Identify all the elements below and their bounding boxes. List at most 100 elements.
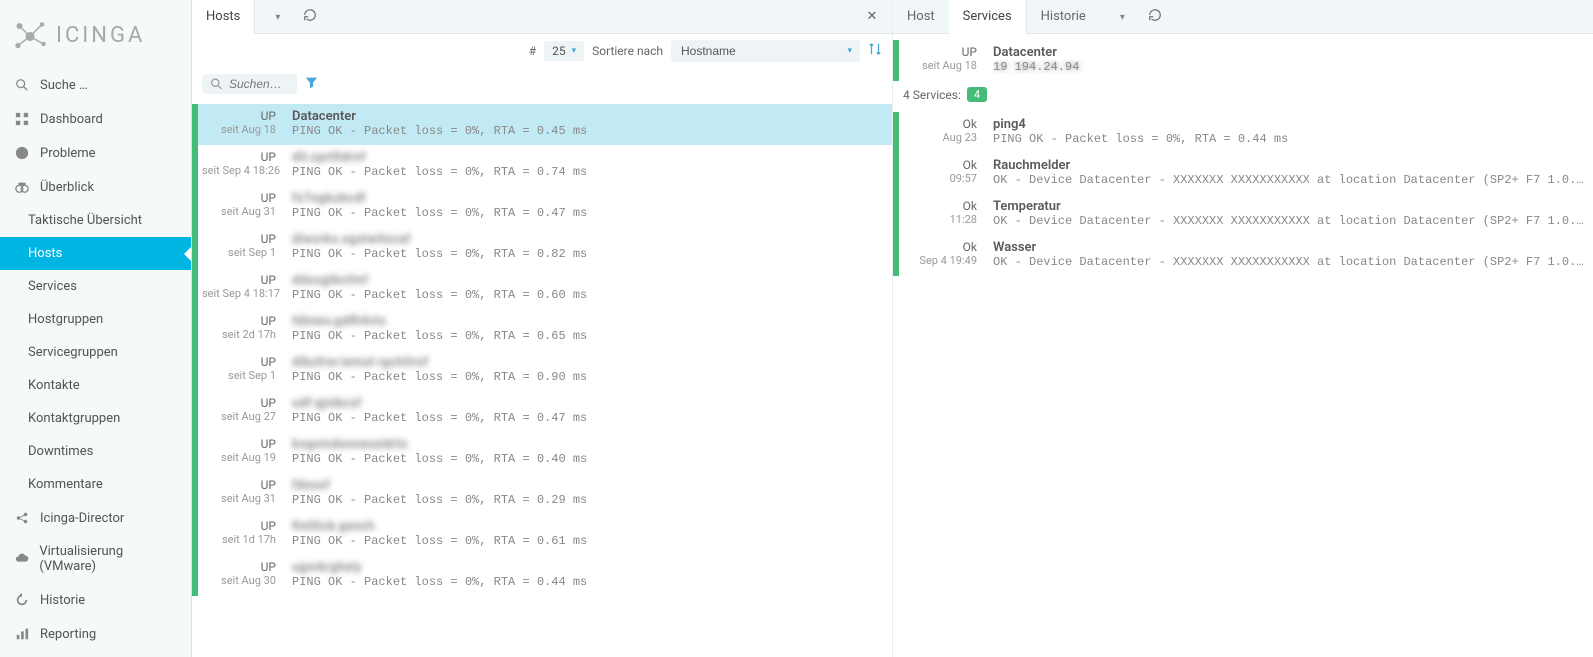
host-row[interactable]: UPseit Aug 18DatacenterPING OK - Packet … (192, 104, 892, 145)
column-hosts: Hosts ▾ ✕ # 25 ▾ Sortiere nach (192, 0, 893, 657)
logo-icon (12, 20, 48, 50)
sidebar-item-servicegruppen[interactable]: Servicegruppen (0, 336, 191, 369)
close-column-button[interactable]: ✕ (858, 9, 886, 24)
state-text: Ok (903, 117, 977, 131)
nav-label: Überblick (40, 180, 94, 195)
nav-historie[interactable]: Historie (0, 583, 191, 617)
host-row[interactable]: UPseit Aug 31fdousfPING OK - Packet loss… (192, 473, 892, 514)
host-row[interactable]: UPseit Aug 27udf qjnibcsfPING OK - Packe… (192, 391, 892, 432)
plugin-output: PING OK - Packet loss = 0%, RTA = 0.74 m… (292, 165, 884, 179)
tabs-col2: Host Services Historie ▾ (893, 0, 1593, 34)
host-main: fdiniev.gdflt4vtsPING OK - Packet loss =… (284, 309, 892, 350)
host-main: DatacenterPING OK - Packet loss = 0%, RT… (284, 104, 892, 145)
host-row[interactable]: UPseit Aug 31fx7ogkubcdfPING OK - Packet… (192, 186, 892, 227)
host-name: udf qjnibcsf (292, 396, 884, 411)
state-col: OkSep 4 19:49 (899, 235, 985, 276)
plugin-output: OK - Device Datacenter - XXXXXXX XXXXXXX… (993, 173, 1585, 187)
sidebar-item-kontakte[interactable]: Kontakte (0, 369, 191, 402)
refresh-button[interactable] (294, 8, 326, 26)
host-row[interactable]: UPseit Sep 1dibufrer.iemut rgchilvsfPING… (192, 350, 892, 391)
host-main: fx7ogkubcdfPING OK - Packet loss = 0%, R… (284, 186, 892, 227)
nav-label: Probleme (40, 146, 96, 161)
state-text: UP (202, 519, 276, 533)
sidebar-item-kontaktgruppen[interactable]: Kontaktgruppen (0, 402, 191, 435)
sidebar-item-kommentare[interactable]: Kommentare (0, 468, 191, 501)
plugin-output: PING OK - Packet loss = 0%, RTA = 0.60 m… (292, 288, 884, 302)
nav-uberblick[interactable]: Überblick (0, 170, 191, 204)
state-text: Ok (903, 240, 977, 254)
host-name: fdousf (292, 478, 884, 493)
host-name: bogvindonnesxidrts (292, 437, 884, 452)
detail-main: Datacenter 19 194.24.94 (985, 40, 1593, 81)
tab-hosts[interactable]: Hosts (192, 0, 255, 34)
search-input-wrap[interactable] (202, 74, 297, 94)
ok-count-badge[interactable]: 4 (967, 87, 987, 102)
nav-label: Icinga-Director (40, 511, 124, 526)
host-row[interactable]: UPseit Sep 4 18:26dit.sprittdrofPING OK … (192, 145, 892, 186)
host-name: ugorkrghely (292, 560, 884, 575)
nav-label: Virtualisierung (VMware) (39, 544, 177, 574)
service-row[interactable]: OkAug 23 ping4PING OK - Packet loss = 0%,… (893, 112, 1593, 153)
state-col: UPseit Aug 19 (198, 432, 284, 473)
sidebar-item-services[interactable]: Services (0, 270, 191, 303)
host-name: dibufrer.iemut rgchilvsf (292, 355, 884, 370)
state-since: seit Aug 31 (202, 492, 276, 505)
state-col: UPseit 1d 17h (198, 514, 284, 555)
tab-dropdown[interactable]: ▾ (255, 0, 294, 34)
state-text: UP (202, 560, 276, 574)
state-col: UPseit Aug 31 (198, 186, 284, 227)
tab-dropdown[interactable]: ▾ (1100, 0, 1139, 34)
host-row[interactable]: UPseit 1d 17hfiniitick.genchPING OK - Pa… (192, 514, 892, 555)
state-since: seit 1d 17h (202, 533, 276, 546)
host-row[interactable]: UPseit Aug 19bogvindonnesxidrtsPING OK -… (192, 432, 892, 473)
service-row[interactable]: Ok11:28TemperaturOK - Device Datacenter … (893, 194, 1593, 235)
host-row[interactable]: UPseit Sep 1diworks.ogstwitocafPING OK -… (192, 227, 892, 268)
nav-dashboard[interactable]: Dashboard (0, 102, 191, 136)
sidebar-item-hosts[interactable]: Hosts (0, 237, 191, 270)
host-main: dibufrer.iemut rgchilvsfPING OK - Packet… (284, 350, 892, 391)
sidebar-item-taktische-übersicht[interactable]: Taktische Übersicht (0, 204, 191, 237)
state-col: OkAug 23 (899, 112, 985, 153)
refresh-icon (303, 8, 317, 22)
state-since: seit Aug 31 (202, 205, 276, 218)
plugin-output: PING OK - Packet loss = 0%, RTA = 0.90 m… (292, 370, 884, 384)
nav-search[interactable]: Suche … (0, 68, 191, 102)
host-row[interactable]: UPseit 2d 17hfdiniev.gdflt4vtsPING OK - … (192, 309, 892, 350)
nav-probleme[interactable]: Probleme (0, 136, 191, 170)
state-col: UPseit 2d 17h (198, 309, 284, 350)
host-row[interactable]: UPseit Aug 30ugorkrghelyPING OK - Packet… (192, 555, 892, 596)
plugin-output: PING OK - Packet loss = 0%, RTA = 0.47 m… (292, 206, 884, 220)
nav-vmware[interactable]: Virtualisierung (VMware) (0, 535, 191, 583)
state-text: UP (202, 109, 276, 123)
nav-reporting[interactable]: Reporting (0, 617, 191, 651)
service-name: ping4 (993, 117, 1585, 132)
plugin-output: PING OK - Packet loss = 0%, RTA = 0.45 m… (292, 124, 884, 138)
tab-host[interactable]: Host (893, 0, 949, 34)
tab-services[interactable]: Services (949, 0, 1027, 34)
limit-select[interactable]: 25 ▾ (544, 41, 584, 61)
state-col: UPseit Aug 30 (198, 555, 284, 596)
plugin-output: PING OK - Packet loss = 0%, RTA = 0.44 m… (993, 132, 1585, 146)
service-row[interactable]: Ok09:57RauchmelderOK - Device Datacenter… (893, 153, 1593, 194)
search-input[interactable] (229, 77, 289, 91)
tab-history[interactable]: Historie (1027, 0, 1100, 34)
sidebar-item-hostgruppen[interactable]: Hostgruppen (0, 303, 191, 336)
host-main: ddoogtbcfmfPING OK - Packet loss = 0%, R… (284, 268, 892, 309)
service-name: Rauchmelder (993, 158, 1585, 173)
service-main: TemperaturOK - Device Datacenter - XXXXX… (985, 194, 1593, 235)
sort-select[interactable] (671, 40, 860, 62)
service-row[interactable]: OkSep 4 19:49WasserOK - Device Datacente… (893, 235, 1593, 276)
nav-director[interactable]: Icinga-Director (0, 501, 191, 535)
state-since: seit Sep 4 18:17 (202, 287, 276, 300)
host-name: fx7ogkubcdf (292, 191, 884, 206)
host-main: bogvindonnesxidrtsPING OK - Packet loss … (284, 432, 892, 473)
filter-button[interactable] (305, 76, 318, 93)
refresh-button[interactable] (1139, 8, 1171, 26)
sort-direction-button[interactable] (868, 42, 882, 60)
state-text: UP (202, 273, 276, 287)
host-row[interactable]: UPseit Sep 4 18:17 ddoogtbcfmfPING OK - P… (192, 268, 892, 309)
state-since: Sep 4 19:49 (903, 254, 977, 267)
sidebar-item-downtimes[interactable]: Downtimes (0, 435, 191, 468)
summary-label: 4 Services: (903, 88, 961, 102)
host-main: diworks.ogstwitocafPING OK - Packet loss… (284, 227, 892, 268)
